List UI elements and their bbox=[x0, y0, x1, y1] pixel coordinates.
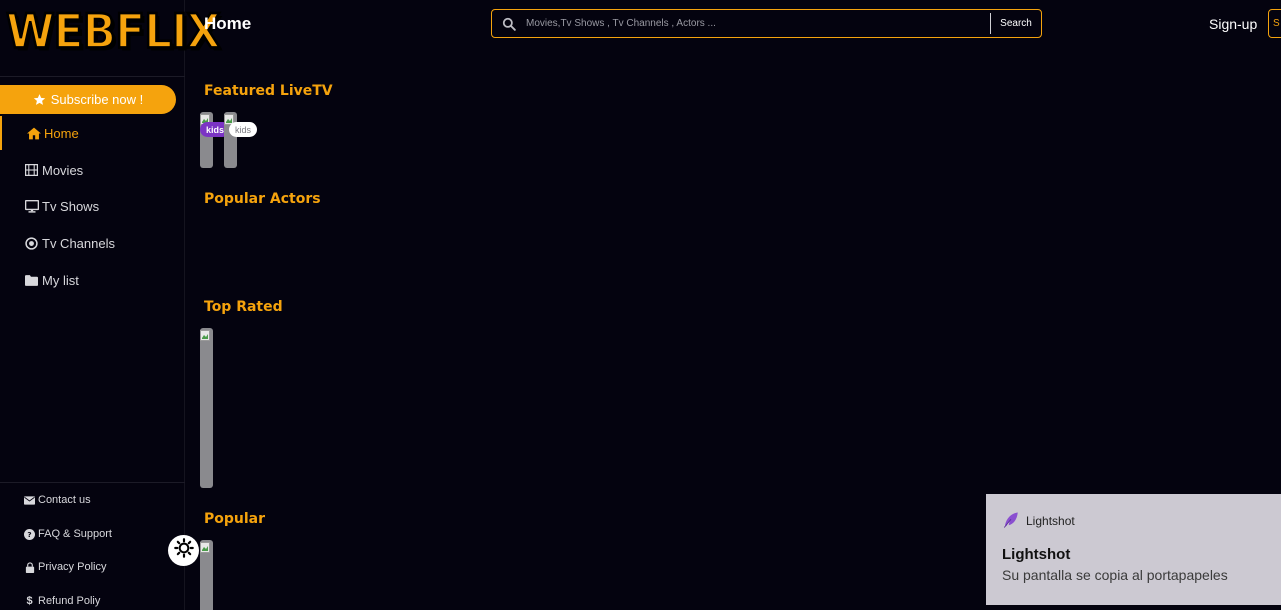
page-title: Home bbox=[204, 14, 252, 33]
sidebar-item-label: Tv Shows bbox=[42, 198, 100, 214]
webflix-logo[interactable]: WEBFLIX bbox=[5, 2, 222, 64]
search-icon bbox=[492, 17, 526, 31]
folder-icon bbox=[24, 273, 39, 287]
kids-badge: kids bbox=[229, 122, 257, 137]
search-button[interactable]: Search bbox=[990, 13, 1041, 34]
sidebar-item-label: Tv Channels bbox=[42, 235, 115, 251]
sidebar-item-movies[interactable]: Movies bbox=[0, 153, 184, 187]
search-bar: Search bbox=[491, 9, 1042, 38]
logo-text: WEBFLIX bbox=[5, 3, 222, 61]
footer-link-label: Privacy Policy bbox=[38, 561, 107, 573]
sidebar-item-tv-shows[interactable]: Tv Shows bbox=[0, 189, 184, 223]
sidebar-item-label: Home bbox=[44, 125, 79, 141]
footer-link-label: Contact us bbox=[38, 494, 91, 506]
broken-image-icon bbox=[200, 328, 210, 341]
star-icon bbox=[33, 93, 46, 106]
search-input[interactable] bbox=[526, 10, 990, 37]
sidebar: WEBFLIX Subscribe now ! Home Movies Tv S… bbox=[0, 0, 222, 610]
footer-link-contact[interactable]: Contact us bbox=[0, 490, 184, 510]
sidebar-item-label: My list bbox=[42, 272, 79, 288]
signup-link[interactable]: Sign-up bbox=[1209, 16, 1257, 32]
home-icon bbox=[26, 126, 41, 140]
sidebar-item-home[interactable]: Home bbox=[0, 116, 184, 150]
subscribe-label: Subscribe now ! bbox=[50, 92, 144, 107]
footer-link-refund[interactable]: $ Refund Poliy bbox=[0, 591, 184, 610]
sidebar-item-tv-channels[interactable]: Tv Channels bbox=[0, 226, 184, 260]
top-rated-title: Top Rated bbox=[204, 299, 283, 315]
signin-button[interactable]: S bbox=[1268, 9, 1281, 38]
popular-card[interactable] bbox=[200, 540, 213, 610]
feather-icon bbox=[1002, 511, 1020, 529]
sidebar-item-my-list[interactable]: My list bbox=[0, 263, 184, 297]
toast-message: Su pantalla se copia al portapapeles bbox=[1002, 567, 1228, 583]
envelope-icon bbox=[24, 495, 35, 506]
subscribe-button[interactable]: Subscribe now ! bbox=[0, 85, 176, 114]
popular-actors-title: Popular Actors bbox=[204, 191, 321, 207]
question-circle-icon: ? bbox=[24, 528, 35, 540]
livetv-card[interactable] bbox=[224, 112, 237, 168]
dollar-icon: $ bbox=[26, 595, 33, 607]
toast-title: Lightshot bbox=[1002, 546, 1071, 563]
broken-image-icon bbox=[224, 112, 234, 125]
lock-icon bbox=[24, 561, 35, 573]
svg-text:?: ? bbox=[27, 529, 31, 538]
lightshot-notification[interactable]: Lightshot Lightshot Su pantalla se copia… bbox=[986, 494, 1281, 605]
footer-link-label: Refund Poliy bbox=[38, 595, 101, 607]
footer-link-label: FAQ & Support bbox=[38, 528, 112, 540]
sidebar-divider bbox=[0, 76, 185, 77]
livetv-card[interactable] bbox=[200, 112, 213, 168]
featured-livetv-title: Featured LiveTV bbox=[204, 83, 333, 99]
theme-toggle-button[interactable] bbox=[168, 535, 199, 566]
footer-link-privacy[interactable]: Privacy Policy bbox=[0, 557, 184, 577]
film-icon bbox=[24, 163, 39, 177]
top-rated-card[interactable] bbox=[200, 328, 213, 488]
popular-title: Popular bbox=[204, 511, 266, 527]
monitor-icon bbox=[24, 199, 39, 213]
broken-image-icon bbox=[200, 540, 210, 553]
footer-link-faq[interactable]: ? FAQ & Support bbox=[0, 524, 184, 544]
sidebar-footer-divider bbox=[0, 482, 185, 483]
sidebar-item-label: Movies bbox=[42, 162, 84, 178]
toast-app-name: Lightshot bbox=[1026, 514, 1075, 528]
target-icon bbox=[24, 236, 39, 250]
sun-icon bbox=[173, 538, 194, 563]
